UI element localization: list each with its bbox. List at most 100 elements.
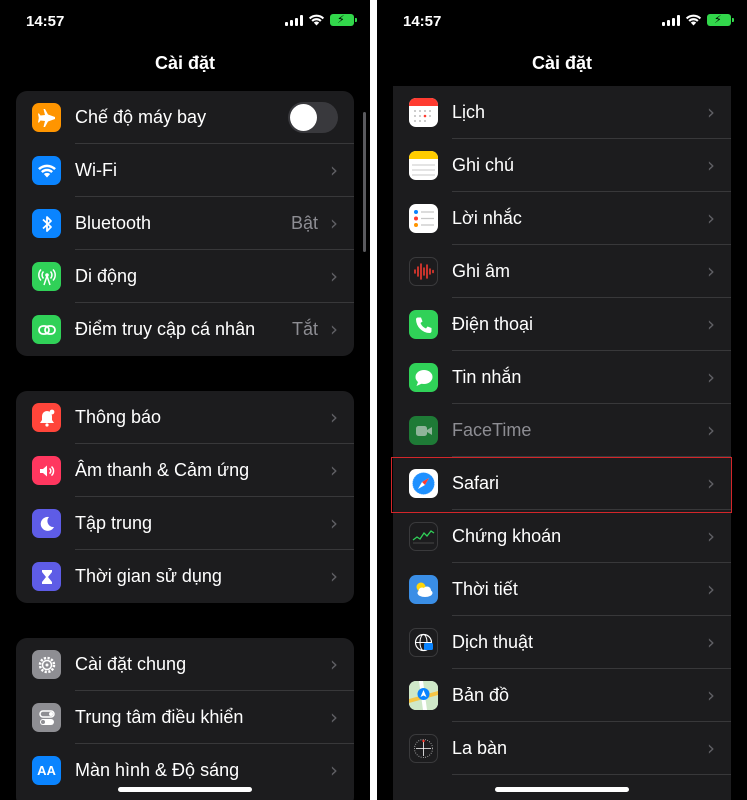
settings-group-general: Cài đặt chung › Trung tâm điều khiển › A… [16, 638, 354, 800]
wifi-status-icon [308, 14, 325, 26]
page-title: Cài đặt [154, 53, 215, 73]
settings-row-label: Ghi âm [452, 261, 511, 281]
settings-row-screen-time[interactable]: Thời gian sử dụng › [16, 550, 354, 603]
settings-row-label: Lịch [452, 102, 486, 122]
settings-row-voice-memos[interactable]: Ghi âm › [393, 245, 731, 298]
settings-row-translate[interactable]: Dịch thuật › [393, 616, 731, 669]
settings-row-label: Dịch thuật [452, 632, 534, 652]
settings-row-stocks[interactable]: Chứng khoán › [393, 510, 731, 563]
chevron-right-icon: › [330, 458, 338, 482]
settings-row-label: Trung tâm điều khiển [75, 707, 244, 727]
settings-row-reminders[interactable]: Lời nhắc › [393, 192, 731, 245]
settings-row-sounds-haptics[interactable]: Âm thanh & Cảm ứng › [16, 444, 354, 497]
airplane-icon [32, 103, 61, 132]
compass-icon [409, 734, 438, 763]
notifications-icon [32, 403, 61, 432]
settings-row-label: Chứng khoán [452, 526, 562, 546]
chevron-right-icon: › [330, 211, 338, 235]
settings-row-label: Thông báo [75, 407, 162, 427]
chevron-right-icon: › [707, 259, 715, 283]
chevron-right-icon: › [707, 206, 715, 230]
settings-row-label: Chế độ máy bay [75, 107, 207, 127]
settings-row-phone[interactable]: Điện thoại › [393, 298, 731, 351]
settings-row-personal-hotspot[interactable]: Điểm truy cập cá nhân Tắt › [16, 303, 354, 356]
airplane-mode-toggle[interactable] [288, 102, 338, 133]
weather-icon [409, 575, 438, 604]
chevron-right-icon: › [330, 511, 338, 535]
chevron-right-icon: › [707, 683, 715, 707]
settings-row-label: Ghi chú [452, 155, 515, 175]
settings-row-facetime[interactable]: FaceTime › [393, 404, 731, 457]
settings-group-connectivity: Chế độ máy bay Wi-Fi › Bluetooth Bật › D… [16, 91, 354, 356]
settings-row-airplane-mode[interactable]: Chế độ máy bay [16, 91, 354, 144]
messages-icon [409, 363, 438, 392]
chevron-right-icon: › [330, 758, 338, 782]
reminders-icon [409, 204, 438, 233]
chevron-right-icon: › [707, 630, 715, 654]
chevron-right-icon: › [707, 365, 715, 389]
left-phone-screen: 14:57 ⚡ Cài đặt Chế độ máy bay Wi-Fi › B… [0, 0, 370, 800]
chevron-right-icon: › [707, 418, 715, 442]
scrollbar[interactable] [363, 112, 366, 252]
control-center-icon [32, 703, 61, 732]
cellular-signal-icon [285, 14, 303, 26]
chevron-right-icon: › [707, 100, 715, 124]
translate-icon [409, 628, 438, 657]
settings-row-notes[interactable]: Ghi chú › [393, 139, 731, 192]
cellular-signal-icon [662, 14, 680, 26]
settings-row-label: Thời gian sử dụng [75, 566, 222, 586]
voice-memos-icon [409, 257, 438, 286]
cellular-icon [32, 262, 61, 291]
settings-row-bluetooth[interactable]: Bluetooth Bật › [16, 197, 354, 250]
settings-row-label: Tin nhắn [452, 367, 522, 387]
chevron-right-icon: › [707, 736, 715, 760]
stocks-icon [409, 522, 438, 551]
settings-row-label: Cài đặt chung [75, 654, 187, 674]
home-indicator[interactable] [118, 787, 252, 792]
settings-row-compass[interactable]: La bàn › [393, 722, 731, 775]
home-indicator[interactable] [495, 787, 629, 792]
status-time: 14:57 [403, 13, 442, 30]
bluetooth-icon [32, 209, 61, 238]
maps-icon [409, 681, 438, 710]
settings-group-apps: Lịch › Ghi chú › Lời nhắc › Ghi âm › Điệ… [393, 86, 731, 800]
settings-row-maps[interactable]: Bản đồ › [393, 669, 731, 722]
chevron-right-icon: › [330, 564, 338, 588]
settings-row-label: Lời nhắc [452, 208, 522, 228]
chevron-right-icon: › [330, 405, 338, 429]
wifi-status-icon [685, 14, 702, 26]
wifi-icon [32, 156, 61, 185]
settings-row-messages[interactable]: Tin nhắn › [393, 351, 731, 404]
chevron-right-icon: › [330, 317, 338, 341]
settings-row-calendar[interactable]: Lịch › [393, 86, 731, 139]
settings-row-label: Wi-Fi [75, 160, 117, 180]
chevron-right-icon: › [707, 577, 715, 601]
settings-row-control-center[interactable]: Trung tâm điều khiển › [16, 691, 354, 744]
settings-row-label: Điện thoại [452, 314, 534, 334]
chevron-right-icon: › [707, 153, 715, 177]
settings-row-wifi[interactable]: Wi-Fi › [16, 144, 354, 197]
sounds-icon [32, 456, 61, 485]
chevron-right-icon: › [330, 705, 338, 729]
settings-row-label: Di động [75, 266, 138, 286]
settings-row-label: La bàn [452, 738, 508, 758]
settings-row-cellular[interactable]: Di động › [16, 250, 354, 303]
status-bar: 14:57 ⚡ [0, 0, 370, 44]
phone-icon [409, 310, 438, 339]
settings-row-label: Tập trung [75, 513, 153, 533]
settings-group-notifications: Thông báo › Âm thanh & Cảm ứng › Tập tru… [16, 391, 354, 603]
page-title: Cài đặt [531, 53, 592, 73]
row-separator [452, 774, 731, 775]
chevron-right-icon: › [330, 264, 338, 288]
settings-row-focus[interactable]: Tập trung › [16, 497, 354, 550]
battery-charging-icon: ⚡ [330, 14, 357, 26]
settings-row-label: Thời tiết [452, 579, 518, 599]
safari-highlight-box [391, 457, 732, 513]
settings-row-notifications[interactable]: Thông báo › [16, 391, 354, 444]
hourglass-icon [32, 562, 61, 591]
notes-icon [409, 151, 438, 180]
settings-row-general[interactable]: Cài đặt chung › [16, 638, 354, 691]
settings-row-label: FaceTime [452, 420, 532, 440]
settings-row-weather[interactable]: Thời tiết › [393, 563, 731, 616]
focus-moon-icon [32, 509, 61, 538]
